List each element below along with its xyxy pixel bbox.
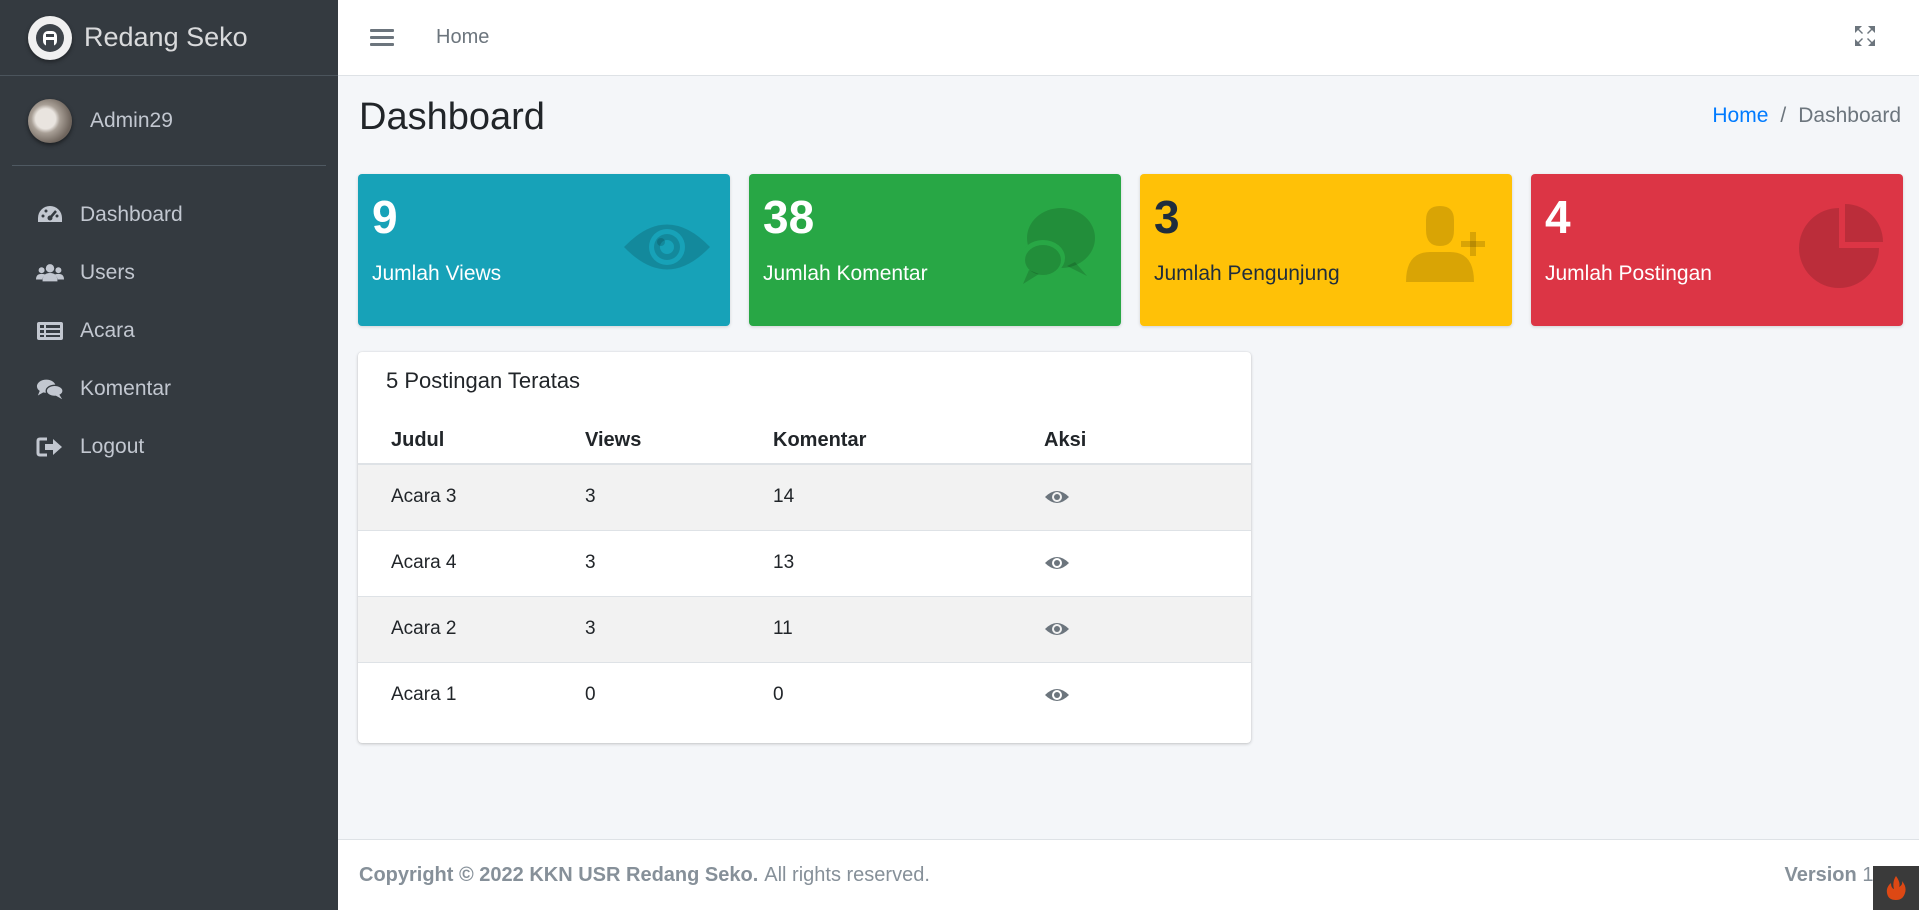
top-posts-table: Judul Views Komentar Aksi Acara 3 3 14 A… <box>358 418 1251 728</box>
cell-aksi <box>1044 595 1251 662</box>
table-row: Acara 3 3 14 <box>358 463 1251 530</box>
user-name[interactable]: Admin29 <box>90 109 173 133</box>
cell-aksi <box>1044 661 1251 728</box>
stat-box-views: 9 Jumlah Views <box>358 174 730 326</box>
comments-icon <box>1021 208 1095 284</box>
breadcrumb: Home / Dashboard <box>1712 104 1901 128</box>
list-alt-icon <box>36 319 64 343</box>
breadcrumb-current: Dashboard <box>1798 104 1901 127</box>
view-eye-icon[interactable] <box>1044 686 1070 704</box>
sidebar-item-label: Acara <box>80 319 135 342</box>
brand-link[interactable]: Redang Seko <box>0 0 338 76</box>
footer-copyright: Copyright © 2022 KKN USR Redang Seko. <box>359 863 759 886</box>
breadcrumb-home-link[interactable]: Home <box>1712 104 1768 128</box>
stat-box-komentar: 38 Jumlah Komentar <box>749 174 1121 326</box>
column-header-komentar: Komentar <box>773 418 1044 465</box>
cell-views: 0 <box>585 661 773 728</box>
sidebar-item-komentar[interactable]: Komentar <box>0 360 338 418</box>
sidebar-nav: Dashboard Users Acara Komentar Logout <box>0 166 338 476</box>
cell-views: 3 <box>585 463 773 530</box>
sidebar-item-dashboard[interactable]: Dashboard <box>0 186 338 244</box>
debug-toolbar-button[interactable] <box>1873 866 1919 910</box>
cell-aksi <box>1044 463 1251 530</box>
card-title: 5 Postingan Teratas <box>386 368 581 393</box>
sidebar: Redang Seko Admin29 Dashboard Users Acar… <box>0 0 338 910</box>
page-title: Dashboard <box>359 96 545 138</box>
footer-rights: All rights reserved. <box>764 863 930 886</box>
sidebar-item-acara[interactable]: Acara <box>0 302 338 360</box>
stat-value: 9 <box>372 191 398 243</box>
cell-views: 3 <box>585 529 773 596</box>
cell-judul: Acara 3 <box>358 463 585 530</box>
top-nav-home-link[interactable]: Home <box>436 26 489 49</box>
stat-value: 3 <box>1154 191 1180 243</box>
sidebar-item-label: Dashboard <box>80 203 183 226</box>
breadcrumb-separator: / <box>1780 104 1787 127</box>
table-row: Acara 1 0 0 <box>358 661 1251 728</box>
cell-komentar: 11 <box>773 595 1044 662</box>
users-icon <box>36 261 64 285</box>
top-posts-card: 5 Postingan Teratas Judul Views Komentar… <box>358 352 1251 743</box>
flame-icon <box>1886 876 1906 900</box>
table-row: Acara 2 3 11 <box>358 595 1251 662</box>
table-row: Acara 4 3 13 <box>358 529 1251 596</box>
brand-logo <box>28 15 72 60</box>
cell-komentar: 0 <box>773 661 1044 728</box>
stat-label: Jumlah Views <box>372 262 502 285</box>
pie-chart-icon <box>1799 204 1883 288</box>
stat-value: 38 <box>763 191 815 243</box>
footer-version: Version 1. <box>1784 864 1879 887</box>
cell-aksi <box>1044 529 1251 596</box>
user-plus-icon <box>1406 206 1485 282</box>
sign-out-icon <box>36 435 64 459</box>
cell-komentar: 14 <box>773 463 1044 530</box>
sidebar-item-label: Users <box>80 261 135 284</box>
cell-views: 3 <box>585 595 773 662</box>
column-header-judul: Judul <box>358 418 585 465</box>
stat-label: Jumlah Postingan <box>1545 262 1712 285</box>
eye-icon <box>624 224 710 270</box>
brand-name: Redang Seko <box>84 22 248 52</box>
view-eye-icon[interactable] <box>1044 620 1070 638</box>
column-header-views: Views <box>585 418 773 465</box>
cell-judul: Acara 2 <box>358 595 585 662</box>
sidebar-item-label: Logout <box>80 435 145 458</box>
view-eye-icon[interactable] <box>1044 488 1070 506</box>
version-label: Version <box>1784 864 1857 886</box>
stat-value: 4 <box>1545 191 1571 243</box>
cell-judul: Acara 4 <box>358 529 585 596</box>
avatar <box>28 98 72 143</box>
stat-box-postingan: 4 Jumlah Postingan <box>1531 174 1903 326</box>
sidebar-item-logout[interactable]: Logout <box>0 418 338 476</box>
fullscreen-icon[interactable] <box>1853 24 1877 48</box>
view-eye-icon[interactable] <box>1044 554 1070 572</box>
user-panel[interactable]: Admin29 <box>12 76 326 166</box>
brand-logo-icon <box>36 23 64 52</box>
column-header-aksi: Aksi <box>1044 418 1251 465</box>
top-navbar: Home <box>338 0 1919 76</box>
table-header-row: Judul Views Komentar Aksi <box>358 418 1251 465</box>
footer: Copyright © 2022 KKN USR Redang Seko. Al… <box>338 839 1919 910</box>
cell-komentar: 13 <box>773 529 1044 596</box>
menu-toggle-icon[interactable] <box>370 25 394 50</box>
stat-label: Jumlah Komentar <box>763 262 928 285</box>
comments-icon <box>36 377 64 401</box>
stat-label: Jumlah Pengunjung <box>1154 262 1340 285</box>
cell-judul: Acara 1 <box>358 661 585 728</box>
stat-box-pengunjung: 3 Jumlah Pengunjung <box>1140 174 1512 326</box>
sidebar-item-label: Komentar <box>80 377 172 400</box>
sidebar-item-users[interactable]: Users <box>0 244 338 302</box>
tachometer-icon <box>36 203 64 227</box>
